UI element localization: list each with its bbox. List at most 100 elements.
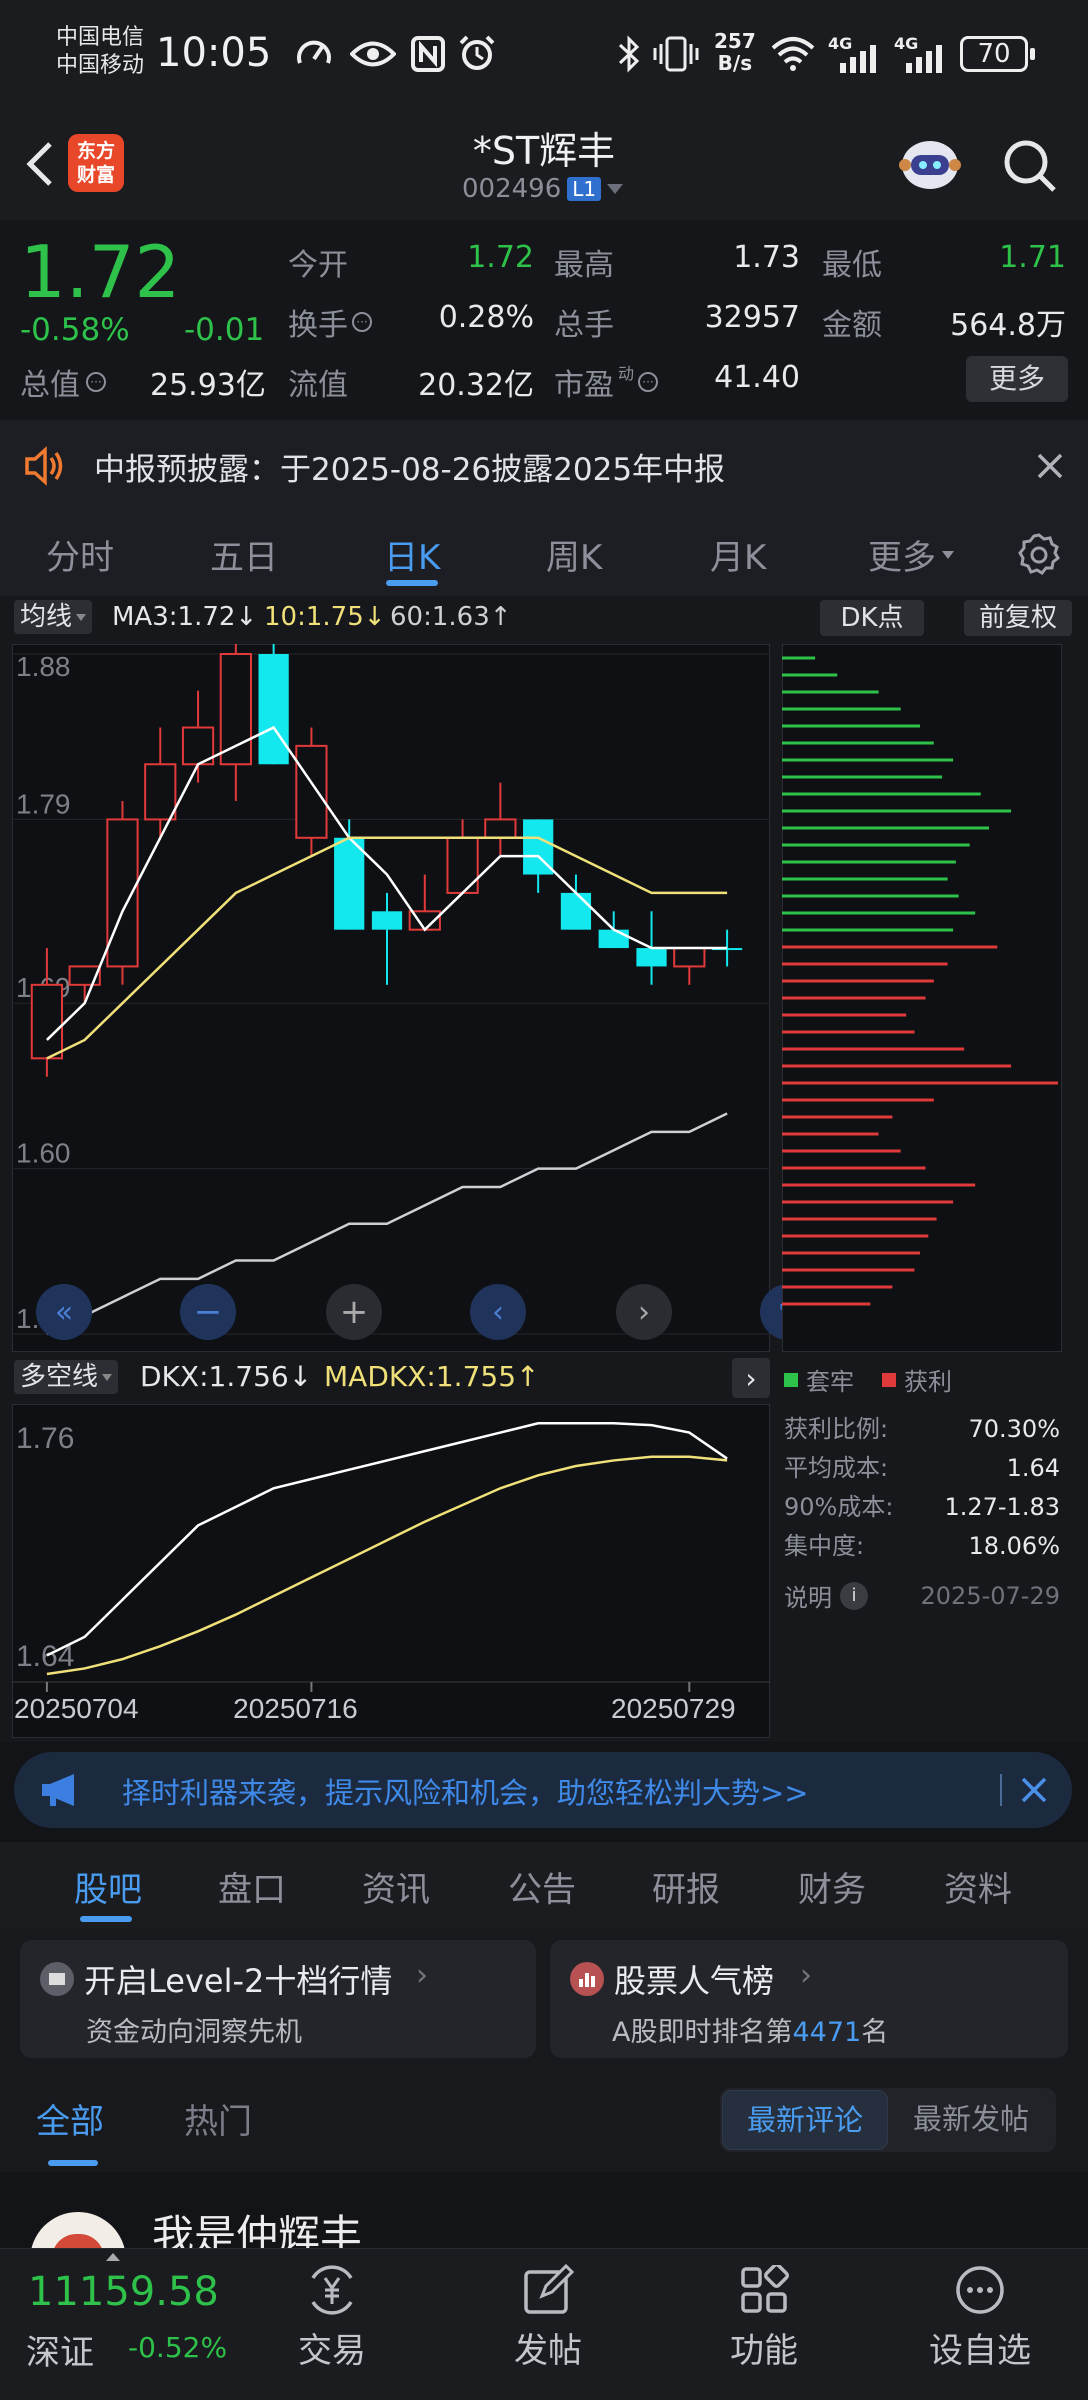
tab-forum[interactable]: 股吧 bbox=[74, 1862, 142, 1911]
net-speed: 257 B/s bbox=[714, 30, 756, 74]
level2-icon bbox=[40, 1962, 74, 1996]
ma60-value: 60:1.63↑ bbox=[390, 602, 512, 632]
close-icon[interactable] bbox=[1030, 446, 1070, 486]
tab-news[interactable]: 资讯 bbox=[362, 1862, 430, 1911]
grid-icon bbox=[716, 2261, 812, 2319]
info-icon[interactable]: ··· bbox=[86, 372, 106, 392]
candle-body bbox=[334, 837, 365, 930]
chevron-right-icon: › bbox=[745, 1361, 757, 1395]
popularity-subtitle: A股即时排名第4471名 bbox=[612, 2010, 888, 2049]
back-button[interactable] bbox=[14, 134, 64, 194]
signal-icon-2 bbox=[902, 44, 948, 74]
nav-functions[interactable]: 功能 bbox=[716, 2261, 812, 2372]
active-filter-indicator bbox=[48, 2160, 98, 2166]
adjust-button[interactable]: 前复权 bbox=[964, 600, 1072, 636]
stock-code: 002496 bbox=[462, 174, 562, 204]
plot-frame bbox=[12, 1404, 770, 1738]
tab-profile[interactable]: 资料 bbox=[944, 1862, 1012, 1911]
nav-trade-label: 交易 bbox=[298, 2331, 366, 2371]
candlestick-chart[interactable]: 1.881.791.691.601.51 bbox=[12, 644, 770, 1352]
tab-monthly-k[interactable]: 月K bbox=[710, 530, 766, 579]
tab-financials[interactable]: 财务 bbox=[798, 1862, 866, 1911]
indicator-selector[interactable]: 多空线 bbox=[14, 1360, 119, 1394]
legend-profit-label: 获利 bbox=[904, 1368, 952, 1396]
more-dots-icon bbox=[912, 2261, 1048, 2319]
tab-more[interactable]: 更多 bbox=[868, 530, 954, 579]
y-tick-label: 1.76 bbox=[16, 1422, 74, 1455]
level2-card[interactable]: 开启Level-2十档行情 › 资金动向洞察先机 bbox=[20, 1940, 536, 2058]
tab-announcements[interactable]: 公告 bbox=[508, 1862, 576, 1911]
rank-number: 4471 bbox=[792, 2017, 862, 2048]
volume-value: 32957 bbox=[704, 300, 800, 335]
indicator-next-button[interactable]: › bbox=[732, 1358, 770, 1398]
tab-five-day[interactable]: 五日 bbox=[210, 530, 278, 579]
dkx-indicator-chart[interactable]: 1.761.6420250704 20250716 20250729 bbox=[12, 1404, 770, 1738]
info-icon[interactable]: ··· bbox=[352, 312, 372, 332]
nav-trade[interactable]: 交易 bbox=[284, 2261, 380, 2372]
current-price: 1.72 bbox=[20, 230, 181, 314]
more-button[interactable]: 更多 bbox=[966, 356, 1068, 402]
turnover-label: 换手 ··· bbox=[288, 300, 372, 344]
tab-orderbook[interactable]: 盘口 bbox=[218, 1862, 286, 1911]
dk-point-button[interactable]: DK点 bbox=[820, 600, 924, 636]
candle-body bbox=[484, 818, 517, 839]
y-tick-label: 1.88 bbox=[16, 651, 71, 682]
zoom-in-button[interactable]: + bbox=[326, 1284, 382, 1340]
index-name[interactable]: 深证 bbox=[26, 2325, 94, 2374]
index-value[interactable]: 11159.58 bbox=[28, 2269, 219, 2315]
low-label: 最低 bbox=[822, 248, 882, 283]
robot-assistant-icon[interactable] bbox=[894, 128, 966, 200]
tab-intraday[interactable]: 分时 bbox=[46, 530, 114, 579]
zoom-out-button[interactable]: − bbox=[180, 1284, 236, 1340]
pe-value: 41.40 bbox=[714, 360, 800, 395]
banner-text: 择时利器来袭，提示风险和机会，助您轻松判大势>> bbox=[122, 1776, 809, 1810]
trade-icon bbox=[284, 2261, 380, 2319]
gear-icon[interactable] bbox=[1014, 530, 1064, 580]
x-tick-label: 20250704 bbox=[14, 1693, 139, 1724]
pan-right-button[interactable]: › bbox=[616, 1284, 672, 1340]
candle-body bbox=[295, 744, 328, 839]
candle-body bbox=[258, 654, 289, 765]
avg-cost-value: 1.64 bbox=[1006, 1454, 1060, 1482]
feature-cards: 开启Level-2十档行情 › 资金动向洞察先机 股票人气榜 › A股即时排名第… bbox=[0, 1928, 1088, 2068]
filter-all[interactable]: 全部 bbox=[36, 2094, 104, 2143]
carrier-info: 中国电信 中国移动 bbox=[56, 24, 144, 80]
candle-body bbox=[446, 836, 479, 894]
app-logo[interactable]: 东方 财富 bbox=[68, 134, 124, 192]
tab-weekly-k[interactable]: 周K bbox=[546, 530, 602, 579]
candle-body bbox=[636, 948, 667, 967]
stock-code-selector[interactable]: 002496 L1 bbox=[462, 174, 624, 204]
pan-left-button[interactable]: ‹ bbox=[470, 1284, 526, 1340]
chart-area: 均线 MA3:1.72↓ 10:1.75↓ 60:1.63↑ DK点 前复权 1… bbox=[0, 596, 1088, 1742]
filter-hot[interactable]: 热门 bbox=[184, 2094, 252, 2143]
nav-add-watchlist[interactable]: 设自选 bbox=[912, 2261, 1048, 2372]
zoom-out-fast-button[interactable]: « bbox=[36, 1284, 92, 1340]
chevron-up-icon[interactable] bbox=[106, 2253, 120, 2261]
pe-label: 市盈动 ··· bbox=[554, 360, 659, 404]
info-icon[interactable]: ··· bbox=[638, 372, 659, 392]
y-tick-label: 1.79 bbox=[16, 788, 71, 819]
mktcap-label: 总值 ··· bbox=[20, 360, 106, 404]
tab-research[interactable]: 研报 bbox=[652, 1862, 720, 1911]
plus-icon: + bbox=[339, 1292, 369, 1332]
candle-body bbox=[560, 892, 592, 930]
open-value: 1.72 bbox=[467, 240, 534, 275]
close-icon[interactable] bbox=[1014, 1770, 1054, 1810]
notice-bar[interactable]: 中报预披露：于2025-08-26披露2025年中报 bbox=[0, 420, 1088, 512]
tab-daily-k[interactable]: 日K bbox=[384, 530, 440, 579]
post-item[interactable]: 我是仲辉丰 bbox=[0, 2172, 1088, 2308]
search-icon[interactable] bbox=[998, 134, 1062, 198]
chip-legend: 套牢 获利 bbox=[784, 1362, 952, 1397]
float-label: 流值 bbox=[288, 368, 348, 403]
chip-note[interactable]: 说明 i bbox=[784, 1578, 868, 1613]
nav-post[interactable]: 发帖 bbox=[500, 2261, 596, 2372]
chevron-right-icon: › bbox=[800, 1958, 812, 1993]
candle-body bbox=[144, 763, 177, 821]
active-subtab-indicator bbox=[80, 1916, 132, 1922]
turnover-label-text: 换手 bbox=[288, 308, 348, 343]
promo-banner[interactable]: 择时利器来袭，提示风险和机会，助您轻松判大势>> bbox=[14, 1752, 1072, 1828]
ma-selector[interactable]: 均线 bbox=[14, 600, 93, 634]
popularity-card[interactable]: 股票人气榜 › A股即时排名第4471名 bbox=[550, 1940, 1068, 2058]
sort-latest-comment[interactable]: 最新评论 bbox=[722, 2090, 888, 2150]
sort-latest-post[interactable]: 最新发帖 bbox=[888, 2090, 1054, 2150]
